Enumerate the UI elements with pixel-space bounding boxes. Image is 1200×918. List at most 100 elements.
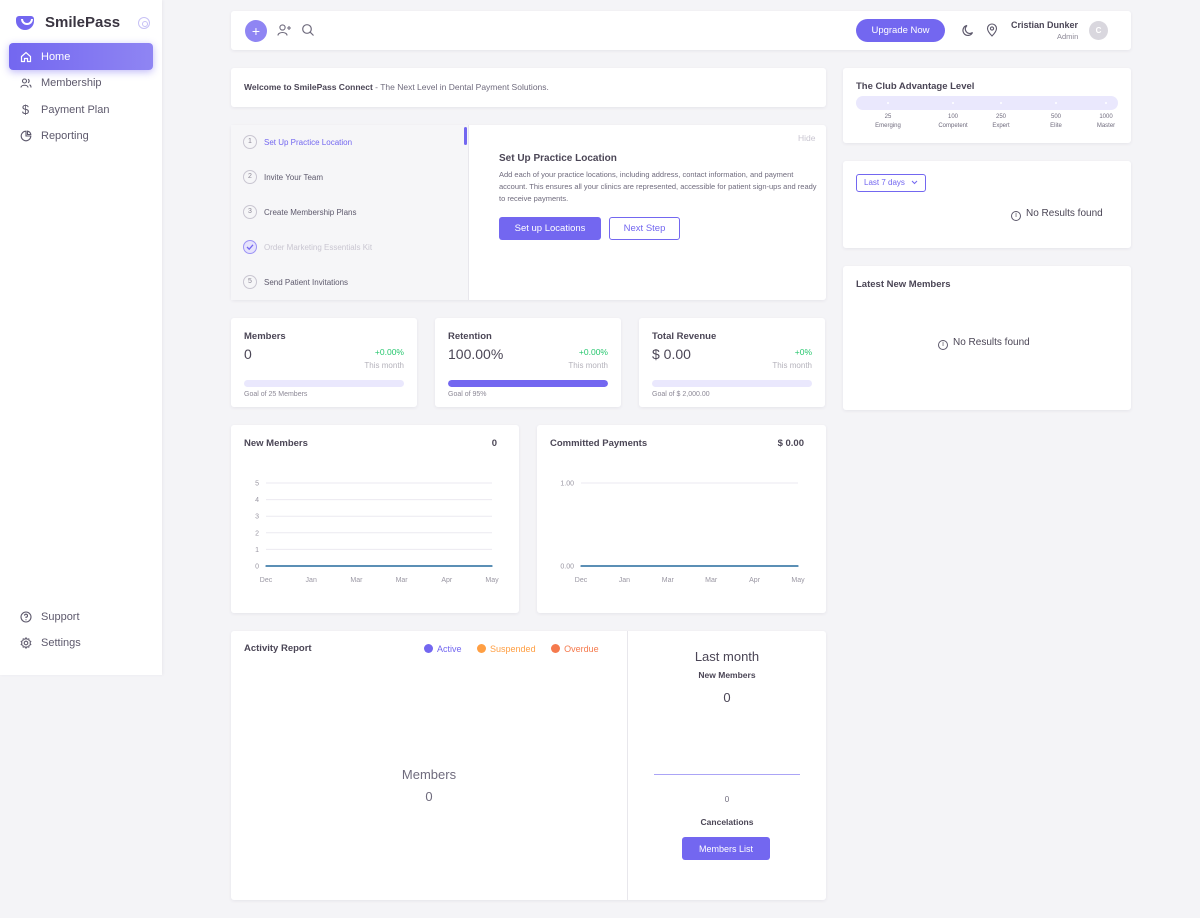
no-results-message: i No Results found: [938, 337, 1030, 350]
avatar[interactable]: C: [1089, 21, 1108, 40]
step-label: Send Patient Invitations: [264, 277, 349, 287]
legend-active[interactable]: Active: [424, 644, 462, 654]
club-level-points: 250: [995, 114, 1006, 120]
y-tick-label: 0: [255, 564, 259, 571]
club-level-name: Elite: [1050, 123, 1062, 129]
sidebar-item-support[interactable]: Support: [9, 603, 153, 630]
upgrade-now-button[interactable]: Upgrade Now: [856, 19, 945, 42]
active-step-indicator: [464, 127, 467, 145]
data-point: [355, 565, 358, 567]
add-button[interactable]: +: [245, 20, 267, 42]
y-tick-label: 0.00: [560, 564, 574, 571]
data-point: [667, 565, 669, 567]
data-point: [310, 565, 312, 567]
home-icon: [19, 50, 32, 63]
check-icon: [243, 240, 257, 254]
activity-legend: Active Suspended Overdue: [424, 644, 599, 654]
stat-change: +0%: [794, 347, 812, 357]
sidebar-item-home[interactable]: Home: [9, 43, 153, 70]
y-tick-label: 2: [255, 530, 259, 537]
sidebar-item-payment-plan[interactable]: $ Payment Plan: [9, 96, 153, 123]
sidebar-item-label: Reporting: [41, 129, 89, 142]
members-progress-bar: [244, 380, 404, 387]
data-point: [623, 565, 626, 567]
collapse-sidebar-icon[interactable]: [138, 17, 150, 29]
club-level-name: Competent: [938, 123, 968, 129]
latest-members-card: Latest New Members i No Results found: [843, 266, 1131, 410]
y-tick-label: 3: [255, 514, 259, 521]
last-month-separator: [654, 774, 800, 775]
wizard-detail-text: Add each of your practice locations, inc…: [499, 170, 817, 203]
user-name: Cristian Dunker: [1011, 20, 1079, 30]
wizard-step-3[interactable]: 3 Create Membership Plans: [243, 205, 356, 219]
stat-period: This month: [772, 361, 812, 370]
stat-label: Retention: [448, 331, 492, 342]
hide-link[interactable]: Hide: [798, 133, 815, 143]
wizard-step-2[interactable]: 2 Invite Your Team: [243, 170, 323, 184]
x-tick-label: Mar: [705, 577, 718, 584]
stat-value: $ 0.00: [652, 346, 691, 362]
y-tick-label: 1.00: [560, 481, 574, 488]
sidebar-item-settings[interactable]: Settings: [9, 629, 153, 656]
y-tick-label: 4: [255, 497, 259, 504]
filter-results-card: Last 7 days i No Results found: [843, 161, 1131, 248]
retention-progress-bar: [448, 380, 608, 387]
brand[interactable]: SmilePass: [16, 14, 120, 31]
step-number: 5: [243, 275, 257, 289]
date-range-select[interactable]: Last 7 days: [856, 174, 927, 192]
x-tick-label: Dec: [575, 577, 588, 584]
wizard-step-1[interactable]: 1 Set Up Practice Location: [243, 135, 352, 149]
data-point: [491, 565, 493, 567]
set-up-locations-button[interactable]: Set up Locations: [499, 217, 601, 240]
x-tick-label: May: [791, 577, 805, 584]
sidebar-item-label: Home: [41, 50, 71, 63]
sidebar-item-label: Settings: [41, 636, 81, 649]
legend-overdue[interactable]: Overdue: [551, 644, 599, 654]
cancelations-label: Cancelations: [700, 817, 754, 827]
x-tick-label: Jan: [306, 577, 317, 584]
club-level-dot: [1055, 102, 1057, 104]
stat-value: 0: [244, 346, 252, 362]
sidebar-item-reporting[interactable]: Reporting: [9, 122, 153, 149]
club-level-dot: [1000, 102, 1002, 104]
step-number: 3: [243, 205, 257, 219]
info-icon: i: [1011, 211, 1021, 221]
dark-mode-moon-icon[interactable]: [962, 24, 975, 42]
welcome-title: Welcome to SmilePass Connect: [244, 82, 373, 92]
committed-payments-line-chart: 0.00 1.00 Dec Jan Mar Mar Apr May: [560, 481, 805, 585]
setup-wizard: 1 Set Up Practice Location 2 Invite Your…: [231, 125, 826, 300]
members-list-button[interactable]: Members List: [682, 837, 770, 860]
wizard-step-5[interactable]: 5 Send Patient Invitations: [243, 275, 348, 289]
location-pin-icon[interactable]: [986, 23, 998, 42]
wizard-steps: 1 Set Up Practice Location 2 Invite Your…: [231, 125, 468, 300]
add-user-icon[interactable]: [277, 23, 292, 42]
info-icon: i: [938, 340, 948, 350]
x-tick-label: Apr: [749, 577, 761, 584]
club-level-points: 100: [947, 114, 958, 120]
club-level-dot: [1105, 102, 1107, 104]
x-tick-label: Mar: [662, 577, 675, 584]
x-tick-label: Mar: [350, 577, 363, 584]
user-role: Admin: [1057, 32, 1079, 41]
step-label: Create Membership Plans: [264, 207, 357, 217]
legend-suspended[interactable]: Suspended: [477, 644, 536, 654]
club-level-points: 500: [1050, 114, 1061, 120]
brand-name: SmilePass: [45, 14, 121, 31]
sidebar-item-membership[interactable]: Membership: [9, 69, 153, 96]
x-tick-label: Mar: [396, 577, 409, 584]
x-tick-label: Dec: [260, 577, 273, 584]
wizard-divider: [468, 125, 469, 300]
chart-total: $ 0.00: [777, 438, 804, 449]
wizard-step-4[interactable]: Order Marketing Essentials Kit: [243, 240, 372, 254]
next-step-button[interactable]: Next Step: [609, 217, 680, 240]
activity-center-label: Members: [401, 767, 457, 782]
x-tick-label: May: [485, 577, 499, 584]
search-icon[interactable]: [301, 23, 315, 42]
stat-change: +0.00%: [374, 347, 404, 357]
revenue-progress-bar: [652, 380, 812, 387]
club-advantage-card: The Club Advantage Level 25 Emerging 100 Co…: [843, 68, 1131, 143]
club-level-name: Emerging: [875, 123, 901, 129]
committed-payments-chart-card: Committed Payments $ 0.00 0.00 1.00 Dec Jan…: [537, 425, 826, 613]
stat-goal: Goal of 25 Members: [244, 391, 308, 398]
stat-period: This month: [568, 361, 608, 370]
